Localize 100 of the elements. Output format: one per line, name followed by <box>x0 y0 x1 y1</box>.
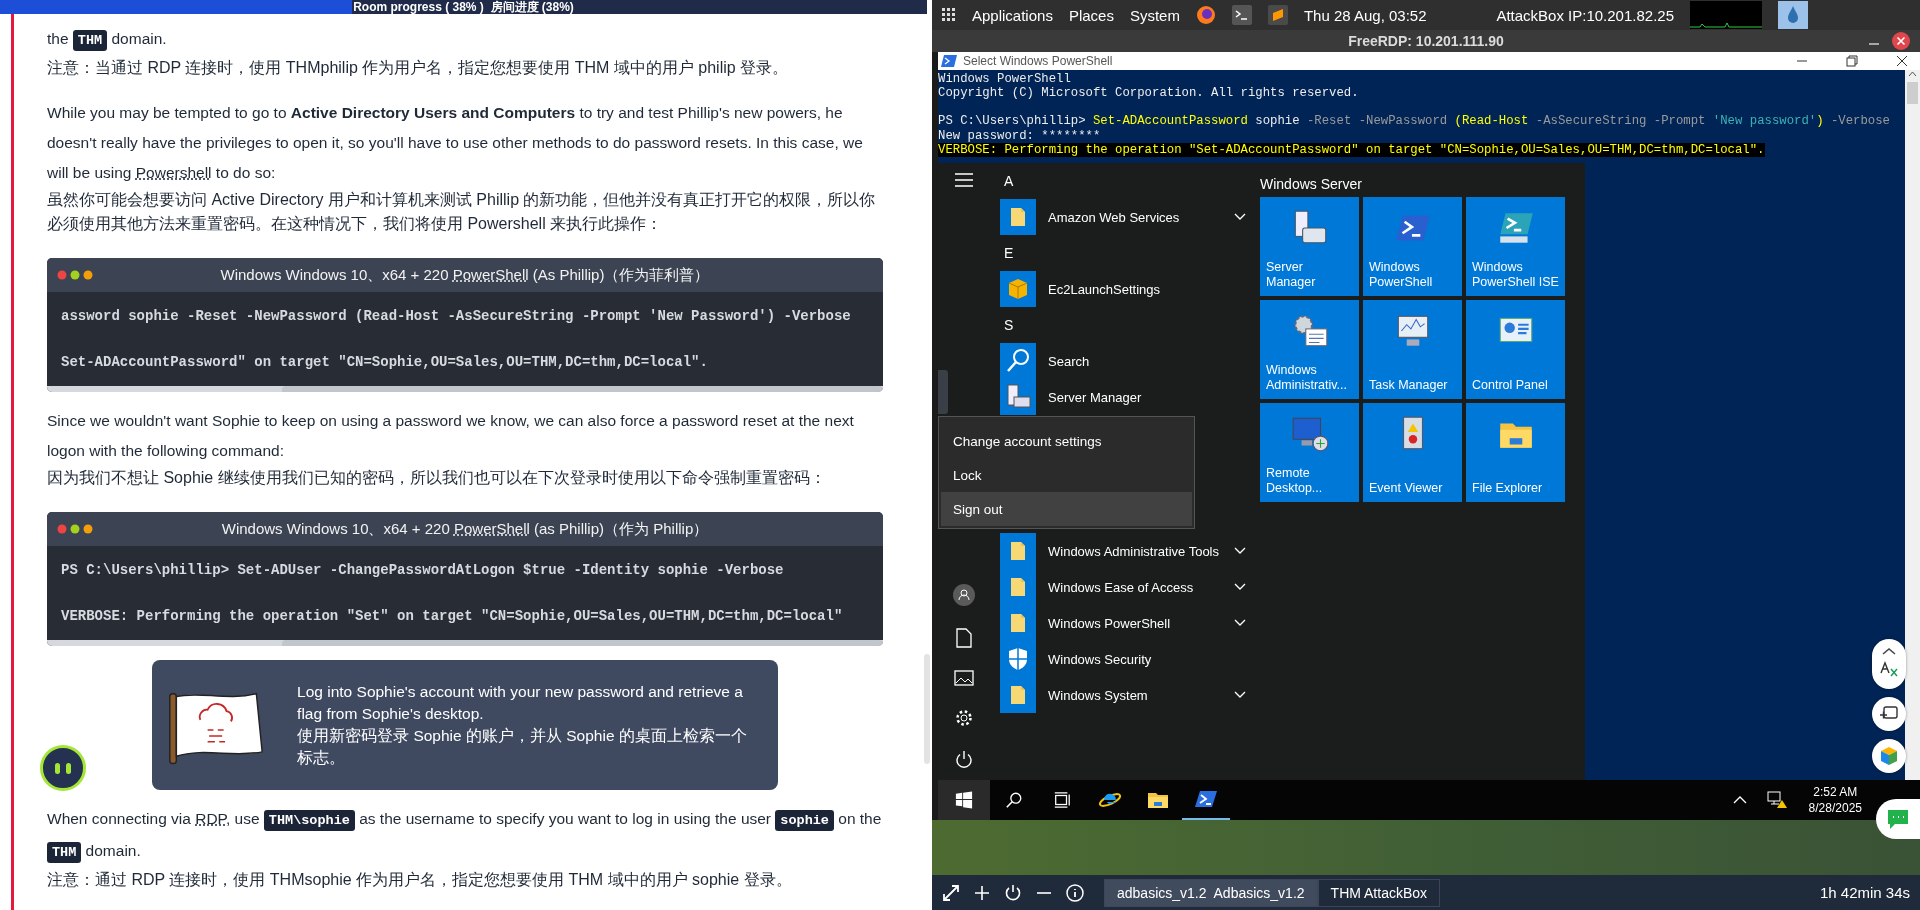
scroll-up-icon[interactable] <box>1908 70 1917 78</box>
code-line: assword sophie -Reset -NewPassword (Read-Host -AsSecureString -Prompt 'New Password') -Verbose <box>61 307 851 326</box>
scrollbar-thumb[interactable] <box>1907 82 1918 104</box>
folder-icon <box>1000 199 1036 235</box>
chevron-down-icon[interactable] <box>1234 213 1246 221</box>
expand-icon[interactable] <box>942 883 960 902</box>
app-list-item[interactable]: Server Manager <box>1000 379 1250 415</box>
settings-icon[interactable] <box>954 708 974 728</box>
user-avatar-icon[interactable] <box>953 584 975 606</box>
app-list-item[interactable]: Windows System <box>1000 677 1250 713</box>
console-line: Copyright (C) Microsoft Corporation. All rights reserved. <box>938 86 1359 101</box>
app-tile[interactable]: Event Viewer <box>1363 403 1462 502</box>
folder-icon <box>1000 533 1036 569</box>
menu-item[interactable]: Lock <box>941 458 1192 493</box>
close-icon[interactable] <box>1896 55 1908 67</box>
panel-menu[interactable]: Places <box>1068 6 1114 24</box>
menu-item[interactable]: Sign out <box>941 492 1192 526</box>
taskbar-button[interactable] <box>938 780 990 820</box>
code-line: VERBOSE: Performing the operation "Set" on target "CN=Sophie,OU=Sales,OU=THM,DC=thm,DC=local" <box>61 607 843 626</box>
callout-text: Log into Sophie's account with your new password and retrieve a flag from Sophie's desktop. <box>297 682 744 724</box>
progress-label: Room progress ( 38% ) 房间进度 (38%) <box>353 0 574 14</box>
power-icon[interactable] <box>1004 883 1022 902</box>
translation-text: 虽然你可能会想要访问 Active Directory 用户和计算机来测试 Phillip 的新功能，但他并没有真正打开它的权限，所以你必须使用其他方法来重置密码。在这种情况下，我们将使用 Powershell 来执行此操作： <box>47 190 877 234</box>
code-line: Set-ADAccountPassword" on target "CN=Sophie,OU=Sales,OU=THM,DC=thm,DC=local". <box>61 353 708 372</box>
app-list-item[interactable]: Search <box>1000 343 1250 379</box>
chat-icon[interactable] <box>1876 799 1920 839</box>
app-list-item[interactable]: Amazon Web Services <box>1000 199 1250 235</box>
session-tab[interactable]: adbasics_v1.2 Adbasics_v1.2 <box>1104 878 1318 907</box>
app-tile[interactable]: Remote Desktop... <box>1260 403 1359 502</box>
session-tab[interactable]: THM AttackBox <box>1317 878 1441 907</box>
editor-icon[interactable] <box>1267 5 1288 25</box>
app-tile[interactable]: Windows PowerShell ISE <box>1466 197 1565 296</box>
network-warning-icon[interactable] <box>1766 790 1789 810</box>
console-line: Windows PowerShell <box>938 72 1071 87</box>
app-tile[interactable]: File Explorer <box>1466 403 1565 502</box>
code-window-title: Windows Windows 10、x64 + 220 PowerShell (As Phillip)（作为菲利普） <box>220 265 710 285</box>
drop-icon[interactable] <box>1778 1 1808 29</box>
terminal-icon[interactable] <box>1231 5 1252 25</box>
app-list-item[interactable]: Windows Ease of Access <box>1000 569 1250 605</box>
session-timer: 1h 42min 34s <box>1819 884 1910 901</box>
assistant-button[interactable] <box>40 745 86 791</box>
search-icon <box>1005 791 1023 809</box>
chevron-down-icon[interactable] <box>1234 547 1246 555</box>
chevron-down-icon[interactable] <box>1234 691 1246 699</box>
chevron-down-icon[interactable] <box>1234 619 1246 627</box>
menu-item[interactable]: Change account settings <box>941 425 1192 459</box>
inline-code: THM <box>72 30 108 51</box>
app-tile[interactable]: Control Panel <box>1466 300 1565 399</box>
chevron-down-icon[interactable] <box>1234 583 1246 591</box>
vertical-scrollbar[interactable] <box>1905 70 1920 780</box>
close-icon[interactable] <box>1892 32 1910 50</box>
app-list-item[interactable]: Windows PowerShell <box>1000 605 1250 641</box>
panel-menu[interactable]: Applications <box>972 6 1053 24</box>
package-icon <box>1000 271 1036 307</box>
panel-menu[interactable]: System <box>1129 6 1180 24</box>
window-title: FreeRDP: 10.201.111.90 <box>1348 33 1504 49</box>
section-letter: A <box>1003 172 1015 191</box>
inline-code: THM <box>47 842 82 863</box>
image-icon[interactable] <box>954 670 974 686</box>
search-icon <box>1000 343 1036 379</box>
translation-text: 注意：通过 RDP 连接时，使用 THMsophie 作为用户名，指定您想要使用 THM 域中的用户 sophie 登录。 <box>47 870 793 890</box>
console-line: New password: ******** <box>938 128 1101 143</box>
app-list-item[interactable]: Ec2LaunchSettings <box>1000 271 1250 307</box>
app-tile[interactable]: Windows PowerShell <box>1363 197 1462 296</box>
paragraph: Since we wouldn't want Sophie to keep on using a password we know, we can also force a password reset at the next logon with the following command: <box>47 411 855 461</box>
scrollbar-thumb[interactable] <box>924 654 930 764</box>
code-line: PS C:\Users\phillip> Set-ADUser -ChangePasswordAtLogon $true -Identity sophie -Verbose <box>61 561 784 580</box>
section-letter: E <box>1003 244 1015 263</box>
app-list-item[interactable]: Windows Administrative Tools <box>1000 533 1250 569</box>
taskbar-clock[interactable]: 2:52 AM 8/28/2025 <box>1808 784 1862 816</box>
app-tile[interactable]: Task Manager <box>1363 300 1462 399</box>
paragraph: When connecting via RDP, use THM\sophie as the username to specify you want to log in using the user sophie on the THM domain. <box>47 804 883 868</box>
panel-clock[interactable]: Thu 28 Aug, 03:52 <box>1303 6 1427 24</box>
menu-icon[interactable] <box>955 173 973 187</box>
power-icon[interactable] <box>954 750 974 770</box>
side-handle[interactable] <box>938 370 948 414</box>
translation-text: 注意：当通过 RDP 连接时，使用 THMphilip 作为用户名，指定您想要使用 THM 域中的用户 philip 登录。 <box>47 58 790 78</box>
folder-icon <box>1000 677 1036 713</box>
ip-address: AttackBox IP:10.201.82.25 <box>1496 6 1674 24</box>
paragraph: the THM domain. <box>47 24 883 56</box>
app-tile[interactable]: Windows Administrativ... <box>1260 300 1359 399</box>
paragraph: While you may be tempted to go to Active Directory Users and Computers to try and test Phillip's new powers, he doesn't really have the privileges to open it, so you'll have to use other methods to do password resets. In this case, we will be using Powershell to do so: <box>47 103 864 183</box>
inline-code: sophie <box>775 810 834 831</box>
chevron-up-icon[interactable] <box>1732 795 1747 805</box>
app-tile[interactable]: Server Manager <box>1260 197 1359 296</box>
app-list-item[interactable]: Windows Security <box>1000 641 1250 677</box>
document-icon[interactable] <box>956 628 972 648</box>
browser-icon[interactable] <box>1195 5 1216 25</box>
plus-icon[interactable] <box>974 884 990 901</box>
translation-text: 因为我们不想让 Sophie 继续使用我们已知的密码，所以我们也可以在下次登录时使用以下命令强制重置密码： <box>47 468 827 488</box>
inline-code: THM\sophie <box>263 810 355 831</box>
restore-icon[interactable] <box>1846 55 1858 67</box>
grid-icon[interactable] <box>942 8 956 22</box>
info-icon[interactable] <box>1066 883 1084 902</box>
window-title: Select Windows PowerShell <box>963 54 1113 68</box>
callout-translation: 使用新密码登录 Sophie 的账户，并从 Sophie 的桌面上检索一个标志。 <box>297 726 748 768</box>
tile-group-header: Windows Server <box>1260 175 1363 194</box>
console-line: PS C:\Users\phillip> Set-ADAccountPassword sophie -Reset -NewPassword (Read-Host -AsSecureString -Prompt 'New password') -Verbose <box>938 114 1890 129</box>
task-view-icon <box>1053 791 1071 809</box>
section-letter: S <box>1003 316 1015 335</box>
